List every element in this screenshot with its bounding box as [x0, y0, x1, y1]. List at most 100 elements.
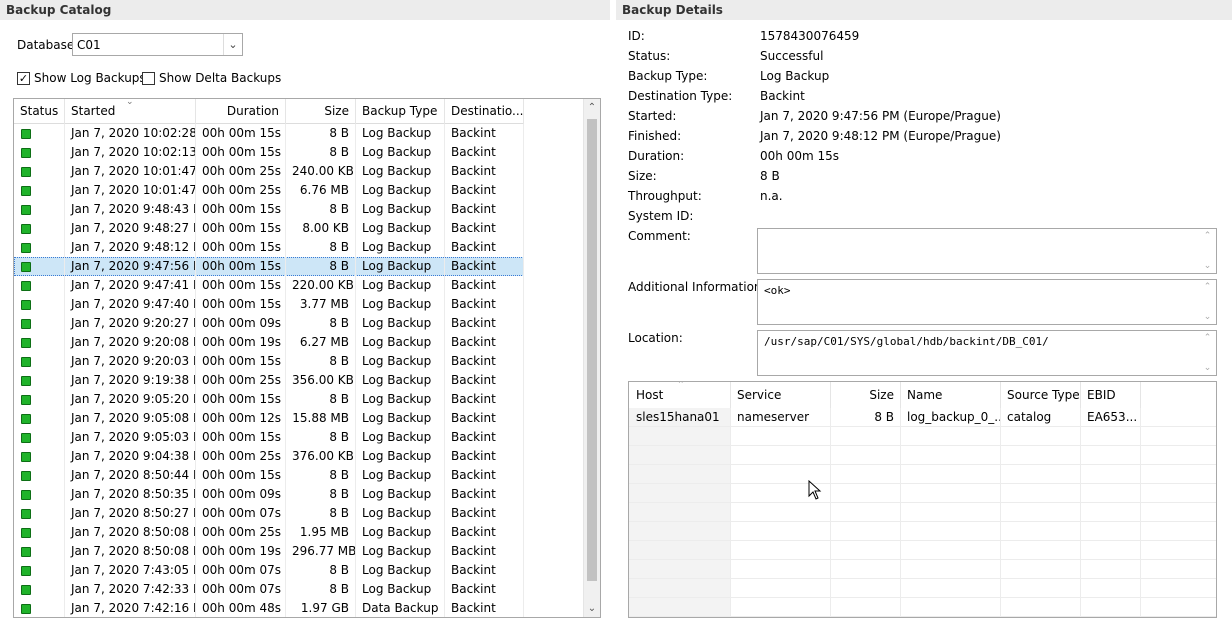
show-delta-backups-checkbox[interactable]	[142, 71, 155, 85]
location-scrollbar[interactable]: ⌃ ⌄	[1199, 331, 1216, 375]
show-delta-backups-option[interactable]: Show Delta Backups	[142, 71, 281, 85]
col-header-backup-type[interactable]: Backup Type	[356, 99, 445, 124]
scroll-up-icon[interactable]: ⌃	[1199, 333, 1216, 343]
table-row[interactable]: Jan 7, 2020 9:04:38 PM00h 00m 25s376.00 …	[14, 447, 524, 466]
col-header-size[interactable]: Size	[831, 382, 901, 408]
database-select[interactable]: C01 ⌄	[72, 33, 243, 56]
table-row[interactable]: sles15hana01 nameserver 8 Blog_backup_0_..…	[629, 408, 1216, 427]
name-cell	[901, 579, 1001, 598]
chevron-down-icon[interactable]: ⌄	[223, 34, 242, 55]
service-cell	[731, 560, 831, 579]
table-row[interactable]: Jan 7, 2020 7:43:05 PM00h 00m 07s8 BLog …	[14, 561, 524, 580]
col-header-name[interactable]: Name	[901, 382, 1001, 408]
scroll-down-icon[interactable]: ⌄	[584, 600, 600, 617]
location-field[interactable]: /usr/sap/C01/SYS/global/hdb/backint/DB_C…	[757, 330, 1217, 376]
table-row[interactable]: Jan 7, 2020 9:20:03 PM00h 00m 15s8 BLog …	[14, 352, 524, 371]
scroll-up-icon[interactable]: ⌃	[584, 99, 600, 116]
destination-cell: Backint	[445, 485, 524, 504]
comment-scrollbar[interactable]: ⌃ ⌄	[1199, 229, 1216, 273]
size-cell: 8 B	[286, 580, 356, 599]
name-cell	[901, 446, 1001, 465]
destination-cell: Backint	[445, 276, 524, 295]
table-row[interactable]: Jan 7, 2020 10:02:13 ...00h 00m 15s8 BLo…	[14, 143, 524, 162]
size-cell: 8 B	[286, 504, 356, 523]
col-header-duration[interactable]: Duration	[196, 99, 286, 124]
started-cell: Jan 7, 2020 7:43:05 PM	[65, 561, 196, 580]
started-cell: Jan 7, 2020 9:48:43 PM	[65, 200, 196, 219]
status-success-icon	[21, 395, 31, 405]
size-cell	[831, 522, 901, 541]
table-row[interactable]: Jan 7, 2020 9:19:38 PM00h 00m 25s356.00 …	[14, 371, 524, 390]
duration-cell: 00h 00m 07s	[196, 504, 286, 523]
detail-value: 1578430076459	[760, 29, 860, 43]
table-row[interactable]: Jan 7, 2020 9:05:20 PM00h 00m 15s8 BLog …	[14, 390, 524, 409]
status-cell	[14, 580, 65, 599]
table-row[interactable]: Jan 7, 2020 9:47:40 PM00h 00m 15s3.77 MB…	[14, 295, 524, 314]
col-header-status[interactable]: Status	[14, 99, 65, 124]
table-row[interactable]: Jan 7, 2020 9:20:08 PM00h 00m 19s6.27 MB…	[14, 333, 524, 352]
size-cell: 8 B	[286, 428, 356, 447]
col-header-source-type[interactable]: Source Type	[1001, 382, 1081, 408]
started-cell: Jan 7, 2020 10:02:13 ...	[65, 143, 196, 162]
table-row[interactable]: Jan 7, 2020 10:02:28 ...00h 00m 15s8 BLo…	[14, 124, 524, 143]
show-log-backups-option[interactable]: ✓ Show Log Backups	[17, 71, 146, 85]
col-header-service[interactable]: Service	[731, 382, 831, 408]
status-success-icon	[21, 167, 31, 177]
table-row[interactable]: Jan 7, 2020 7:42:16 PM00h 00m 48s1.97 GB…	[14, 599, 524, 617]
table-row[interactable]: Jan 7, 2020 9:05:08 PM00h 00m 12s15.88 M…	[14, 409, 524, 428]
table-row[interactable]: Jan 7, 2020 9:20:27 PM00h 00m 09s8 BLog …	[14, 314, 524, 333]
status-cell	[14, 352, 65, 371]
scroll-thumb[interactable]	[587, 119, 597, 581]
scroll-down-icon[interactable]: ⌄	[1199, 261, 1216, 271]
duration-cell: 00h 00m 09s	[196, 485, 286, 504]
col-header-ebid[interactable]: EBID	[1081, 382, 1141, 408]
detail-label: Backup Type:	[628, 69, 708, 83]
col-header-destination[interactable]: Destinatio...	[445, 99, 524, 124]
table-row[interactable]: Jan 7, 2020 9:47:56 PM00h 00m 15s8 BLog …	[14, 257, 524, 276]
scroll-down-icon[interactable]: ⌄	[1199, 363, 1216, 373]
backup-type-cell: Log Backup	[356, 143, 445, 162]
col-header-size[interactable]: Size	[286, 99, 356, 124]
empty-row	[629, 560, 1216, 579]
table-row[interactable]: Jan 7, 2020 8:50:44 PM00h 00m 15s8 BLog …	[14, 466, 524, 485]
duration-cell: 00h 00m 25s	[196, 181, 286, 200]
status-success-icon	[21, 585, 31, 595]
host-service-table[interactable]: Host ⌃ Service Size Name Source Type EBI…	[628, 381, 1217, 618]
duration-cell: 00h 00m 15s	[196, 200, 286, 219]
additional-info-scrollbar[interactable]: ⌃ ⌄	[1199, 280, 1216, 324]
table-row[interactable]: Jan 7, 2020 9:48:27 PM00h 00m 15s8.00 KB…	[14, 219, 524, 238]
table-row[interactable]: Jan 7, 2020 8:50:08 PM00h 00m 25s1.95 MB…	[14, 523, 524, 542]
table-row[interactable]: Jan 7, 2020 8:50:27 PM00h 00m 07s8 BLog …	[14, 504, 524, 523]
catalog-scrollbar[interactable]: ⌃ ⌄	[583, 99, 600, 617]
table-row[interactable]: Jan 7, 2020 9:47:41 PM00h 00m 15s220.00 …	[14, 276, 524, 295]
table-row[interactable]: Jan 7, 2020 10:01:47 ...00h 00m 25s240.0…	[14, 162, 524, 181]
host-cell	[629, 427, 731, 446]
backup-type-cell: Log Backup	[356, 485, 445, 504]
table-row[interactable]: Jan 7, 2020 9:05:03 PM00h 00m 15s8 BLog …	[14, 428, 524, 447]
host-cell	[629, 484, 731, 503]
scroll-up-icon[interactable]: ⌃	[1199, 282, 1216, 292]
table-row[interactable]: Jan 7, 2020 9:48:12 PM00h 00m 15s8 BLog …	[14, 238, 524, 257]
status-cell	[14, 409, 65, 428]
duration-cell: 00h 00m 48s	[196, 599, 286, 617]
destination-cell: Backint	[445, 124, 524, 143]
started-cell: Jan 7, 2020 10:01:47 ...	[65, 162, 196, 181]
status-success-icon	[21, 243, 31, 253]
table-row[interactable]: Jan 7, 2020 8:50:35 PM00h 00m 09s8 BLog …	[14, 485, 524, 504]
table-row[interactable]: Jan 7, 2020 10:01:47 ...00h 00m 25s6.76 …	[14, 181, 524, 200]
table-row[interactable]: Jan 7, 2020 9:48:43 PM00h 00m 15s8 BLog …	[14, 200, 524, 219]
additional-info-field[interactable]: <ok> ⌃ ⌄	[757, 279, 1217, 325]
scroll-down-icon[interactable]: ⌄	[1199, 312, 1216, 322]
duration-cell: 00h 00m 15s	[196, 219, 286, 238]
comment-field[interactable]: ⌃ ⌄	[757, 228, 1217, 274]
backup-type-cell: Log Backup	[356, 390, 445, 409]
destination-cell: Backint	[445, 352, 524, 371]
show-log-backups-checkbox[interactable]: ✓	[17, 71, 30, 85]
table-row[interactable]: Jan 7, 2020 8:50:08 PM00h 00m 19s296.77 …	[14, 542, 524, 561]
source-type-cell	[1001, 503, 1081, 522]
empty-row	[629, 522, 1216, 541]
scroll-up-icon[interactable]: ⌃	[1199, 231, 1216, 241]
table-row[interactable]: Jan 7, 2020 7:42:33 PM00h 00m 07s8 BLog …	[14, 580, 524, 599]
status-cell	[14, 162, 65, 181]
backup-catalog-table[interactable]: Status Started ⌄ Duration Size Backup Ty…	[13, 98, 601, 618]
